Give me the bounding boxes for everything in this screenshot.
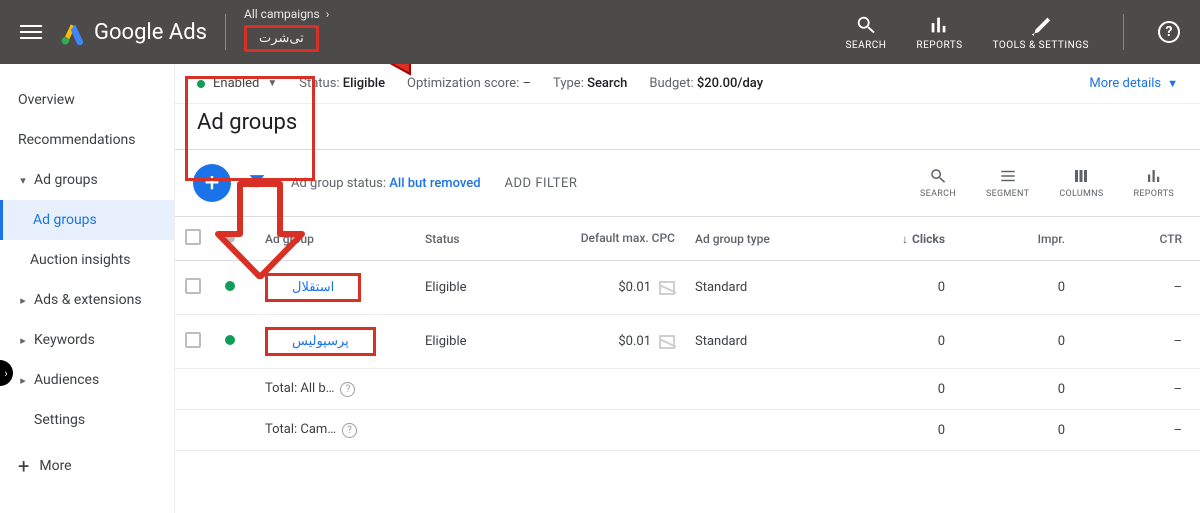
checkbox[interactable] xyxy=(185,278,201,294)
divider xyxy=(1123,14,1124,50)
row-cpc[interactable]: $0.01 xyxy=(545,315,685,369)
sidebar-item-keywords[interactable]: ▸Keywords xyxy=(0,320,174,360)
sidebar-item-recommendations[interactable]: Recommendations xyxy=(0,120,174,160)
breadcrumb[interactable]: All campaigns › تی‌شرت xyxy=(244,25,319,52)
breadcrumb-top[interactable]: All campaigns › xyxy=(244,7,329,21)
enabled-dot-icon xyxy=(225,335,235,345)
reports-button[interactable]: REPORTS xyxy=(916,14,962,51)
table-search-button[interactable]: SEARCH xyxy=(920,167,956,199)
table-reports-button[interactable]: REPORTS xyxy=(1134,167,1174,199)
segment-button[interactable]: SEGMENT xyxy=(986,167,1029,199)
checkbox-all[interactable] xyxy=(185,229,201,245)
row-status: Eligible xyxy=(415,315,545,369)
row-type: Standard xyxy=(685,261,835,315)
sidebar-item-settings[interactable]: Settings xyxy=(0,400,174,440)
enabled-dot-icon xyxy=(225,281,235,291)
breadcrumb-campaign[interactable]: تی‌شرت xyxy=(244,25,319,52)
sidebar-item-ads-extensions[interactable]: ▸Ads & extensions xyxy=(0,280,174,320)
row-status: Eligible xyxy=(415,261,545,315)
col-clicks[interactable]: ↓Clicks xyxy=(835,217,955,261)
row-clicks: 0 xyxy=(835,315,955,369)
sidebar-more[interactable]: +More xyxy=(0,440,174,492)
campaign-type: Type: Search xyxy=(553,76,627,91)
filter-icon[interactable] xyxy=(247,171,267,195)
adgroup-link[interactable]: استقلال xyxy=(265,273,361,302)
table-row: استقلال Eligible $0.01 Standard 0 0 – xyxy=(175,261,1200,315)
row-type: Standard xyxy=(685,315,835,369)
table-row: پرسپولیس Eligible $0.01 Standard 0 0 – xyxy=(175,315,1200,369)
campaign-budget: Budget: $20.00/day xyxy=(649,76,763,91)
status-filter-icon[interactable] xyxy=(225,233,235,243)
sidebar-item-adgroups-parent[interactable]: ▾Ad groups xyxy=(0,160,174,200)
page-title-row: Ad groups xyxy=(175,104,1200,150)
add-filter-button[interactable]: ADD FILTER xyxy=(505,176,578,191)
status-enabled[interactable]: Enabled▼ xyxy=(197,76,277,91)
help-icon[interactable]: ? xyxy=(1158,21,1180,43)
cpc-no-bid-icon xyxy=(659,281,675,295)
row-ctr: – xyxy=(1075,315,1200,369)
col-type[interactable]: Ad group type xyxy=(685,217,835,261)
tools-settings-button[interactable]: TOOLS & SETTINGS xyxy=(993,14,1089,51)
info-icon[interactable]: ? xyxy=(342,423,357,438)
table-total-row: Total: Cam…? 0 0 – xyxy=(175,410,1200,451)
row-cpc[interactable]: $0.01 xyxy=(545,261,685,315)
total-label: Total: Cam…? xyxy=(255,410,415,451)
row-impr: 0 xyxy=(955,261,1075,315)
header-actions: SEARCH REPORTS TOOLS & SETTINGS ? xyxy=(845,14,1180,51)
col-status[interactable]: Status xyxy=(415,217,545,261)
adgroup-link[interactable]: پرسپولیس xyxy=(265,327,376,356)
add-adgroup-button[interactable]: + xyxy=(193,164,231,202)
ads-logo-icon xyxy=(60,19,86,45)
search-button[interactable]: SEARCH xyxy=(845,14,886,51)
sidebar-item-adgroups[interactable]: Ad groups xyxy=(0,200,174,240)
adgroups-table: Ad group Status Default max. CPC Ad grou… xyxy=(175,217,1200,451)
sidebar-item-auction-insights[interactable]: Auction insights xyxy=(0,240,174,280)
total-label: Total: All b…? xyxy=(255,369,415,410)
hamburger-menu-icon[interactable] xyxy=(20,21,42,43)
col-cpc[interactable]: Default max. CPC xyxy=(545,217,685,261)
filter-chip[interactable]: Ad group status: All but removed xyxy=(291,176,481,191)
col-ctr[interactable]: CTR xyxy=(1075,217,1200,261)
sort-down-icon: ↓ xyxy=(902,232,908,246)
campaign-status-bar: Enabled▼ Status: Eligible Optimization s… xyxy=(175,64,1200,104)
table-header-row: Ad group Status Default max. CPC Ad grou… xyxy=(175,217,1200,261)
checkbox[interactable] xyxy=(185,332,201,348)
row-ctr: – xyxy=(1075,261,1200,315)
row-impr: 0 xyxy=(955,315,1075,369)
page-title: Ad groups xyxy=(197,110,1178,135)
sidebar-item-overview[interactable]: Overview xyxy=(0,80,174,120)
table-toolbar: + Ad group status: All but removed ADD F… xyxy=(175,150,1200,217)
divider xyxy=(225,14,226,50)
product-name: Google Ads xyxy=(94,20,207,45)
table-total-row: Total: All b…? 0 0 – xyxy=(175,369,1200,410)
chevron-down-icon: ▼ xyxy=(1167,77,1178,90)
col-impr[interactable]: Impr. xyxy=(955,217,1075,261)
info-icon[interactable]: ? xyxy=(340,382,355,397)
columns-button[interactable]: COLUMNS xyxy=(1059,167,1103,199)
cpc-no-bid-icon xyxy=(659,335,675,349)
optimization-score: Optimization score: – xyxy=(407,76,531,91)
row-clicks: 0 xyxy=(835,261,955,315)
app-header: Google Ads All campaigns › تی‌شرت SEARCH… xyxy=(0,0,1200,64)
more-details-link[interactable]: More details▼ xyxy=(1089,76,1178,91)
status-eligible: Status: Eligible xyxy=(299,76,385,91)
product-logo[interactable]: Google Ads xyxy=(60,19,207,45)
col-adgroup[interactable]: Ad group xyxy=(255,217,415,261)
status-dot-icon xyxy=(197,80,205,88)
sidebar-item-audiences[interactable]: ▸Audiences xyxy=(0,360,174,400)
main-panel: Enabled▼ Status: Eligible Optimization s… xyxy=(175,64,1200,513)
left-sidebar: › Overview Recommendations ▾Ad groups Ad… xyxy=(0,64,175,513)
